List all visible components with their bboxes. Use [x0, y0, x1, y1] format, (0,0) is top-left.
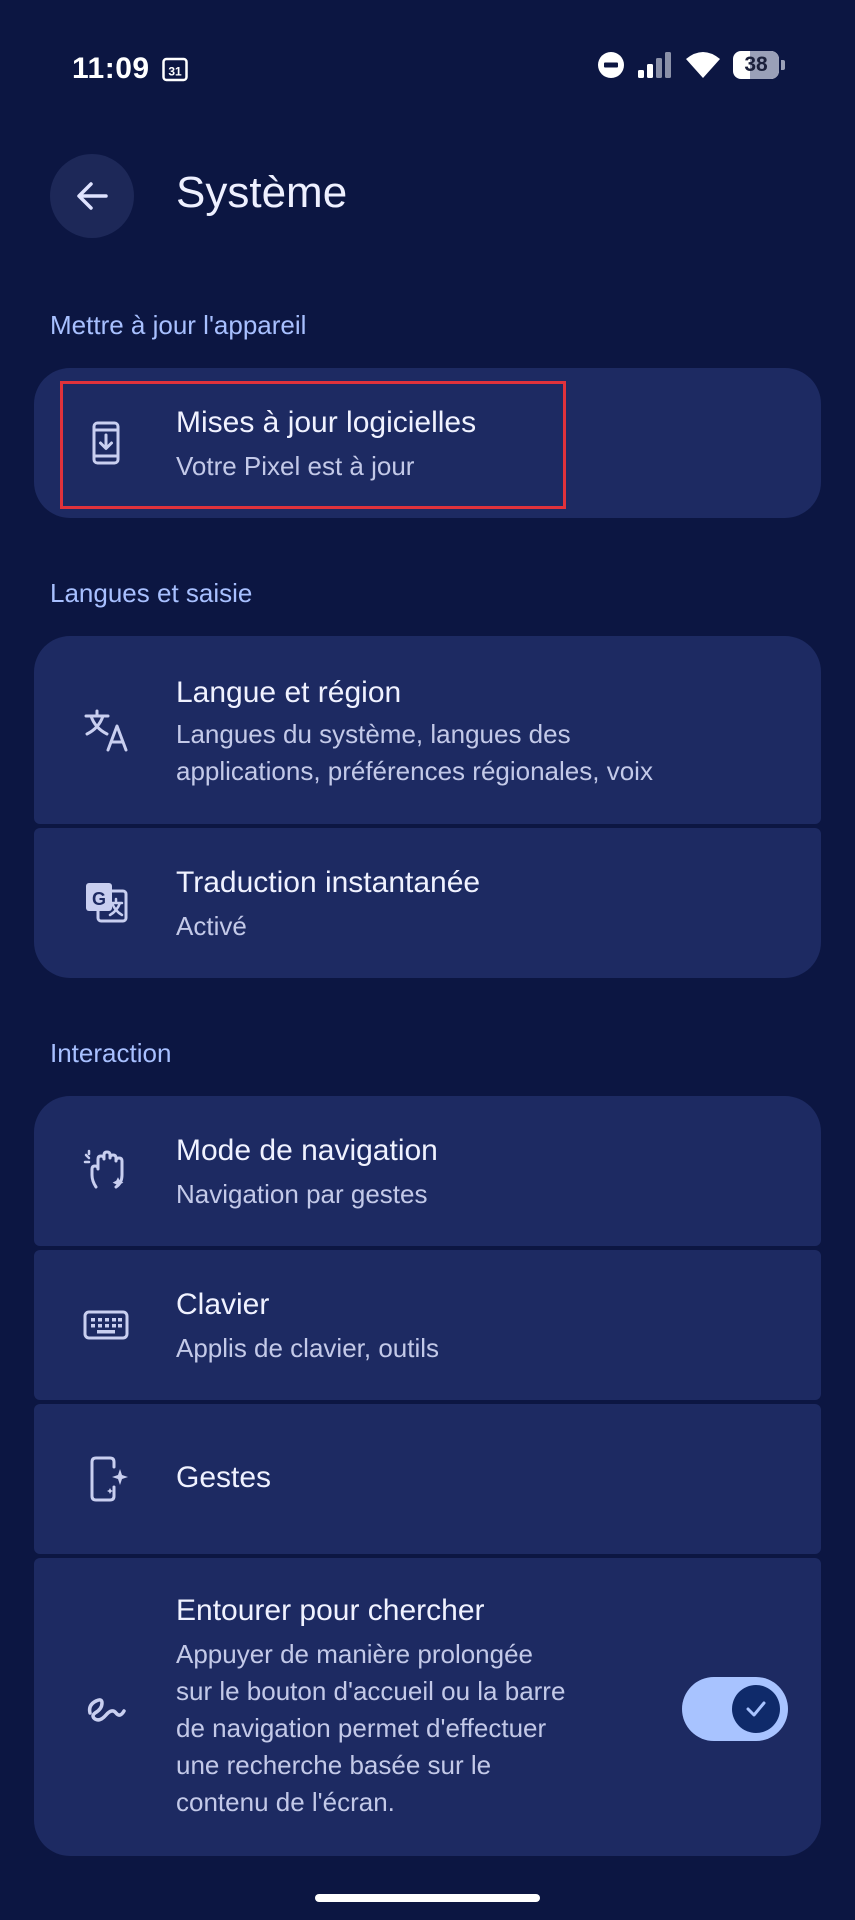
keyboard-icon — [83, 1310, 129, 1340]
status-time: 11:09 — [72, 52, 150, 85]
language-region-item[interactable]: Langue et région Langues du système, lan… — [34, 636, 821, 824]
language-region-subtitle-line2: applications, préférences régionales, vo… — [176, 756, 653, 786]
do-not-disturb-icon — [598, 52, 624, 78]
home-indicator[interactable] — [315, 1894, 540, 1902]
live-translate-title: Traduction instantanée — [176, 866, 481, 899]
circle-to-search-icon — [87, 1698, 126, 1722]
software-updates-title: Mises à jour logicielles — [176, 406, 477, 439]
wifi-icon — [686, 52, 720, 78]
circle-to-search-toggle[interactable] — [682, 1677, 788, 1741]
circle-to-search-subtitle-line5: contenu de l'écran. — [176, 1787, 395, 1817]
svg-text:G: G — [92, 889, 106, 909]
circle-to-search-title: Entourer pour chercher — [176, 1594, 485, 1627]
arrow-back-icon — [77, 182, 108, 210]
gestures-title: Gestes — [176, 1461, 272, 1494]
software-updates-subtitle: Votre Pixel est à jour — [176, 451, 415, 481]
navigation-mode-item[interactable]: Mode de navigation Navigation par gestes — [34, 1096, 821, 1246]
translate-icon — [84, 709, 128, 752]
keyboard-item[interactable]: Clavier Applis de clavier, outils — [34, 1250, 821, 1400]
status-bar: 11:09 31 38 — [0, 0, 855, 140]
software-updates-item[interactable]: Mises à jour logicielles Votre Pixel est… — [34, 368, 821, 518]
language-region-title: Langue et région — [176, 676, 402, 709]
check-icon — [746, 1701, 766, 1717]
gestures-item[interactable]: Gestes — [34, 1404, 821, 1554]
circle-to-search-subtitle-line4: une recherche basée sur le — [176, 1750, 492, 1780]
system-update-icon — [92, 421, 120, 465]
navigation-mode-subtitle: Navigation par gestes — [176, 1179, 428, 1209]
section-header-interaction: Interaction — [50, 1038, 172, 1068]
status-icons: 38 — [597, 50, 785, 80]
cellular-signal-icon — [638, 52, 671, 78]
circle-to-search-subtitle-line1: Appuyer de manière prolongée — [176, 1639, 534, 1669]
section-header-update: Mettre à jour l'appareil — [50, 310, 307, 340]
gesture-hand-icon — [83, 1149, 124, 1189]
keyboard-subtitle: Applis de clavier, outils — [176, 1333, 440, 1363]
live-translate-subtitle: Activé — [176, 911, 247, 941]
google-translate-icon: G — [86, 883, 128, 923]
battery-icon: 38 — [733, 51, 785, 79]
language-region-subtitle-line1: Langues du système, langues des — [176, 719, 571, 749]
live-translate-item[interactable]: G Traduction instantanée Activé — [34, 828, 821, 978]
circle-to-search-subtitle-line3: de navigation permet d'effectuer — [176, 1713, 547, 1743]
circle-to-search-subtitle-line2: sur le bouton d'accueil ou la barre — [176, 1676, 566, 1706]
navigation-mode-title: Mode de navigation — [176, 1134, 438, 1167]
toggle-knob — [732, 1685, 780, 1733]
page-title: Système — [176, 168, 348, 217]
svg-text:31: 31 — [168, 65, 182, 79]
phone-sparkle-icon — [90, 1456, 128, 1502]
battery-level: 38 — [744, 53, 768, 76]
back-button[interactable] — [50, 154, 134, 238]
calendar-icon: 31 — [162, 57, 188, 82]
section-header-languages: Langues et saisie — [50, 578, 253, 608]
keyboard-title: Clavier — [176, 1288, 270, 1321]
